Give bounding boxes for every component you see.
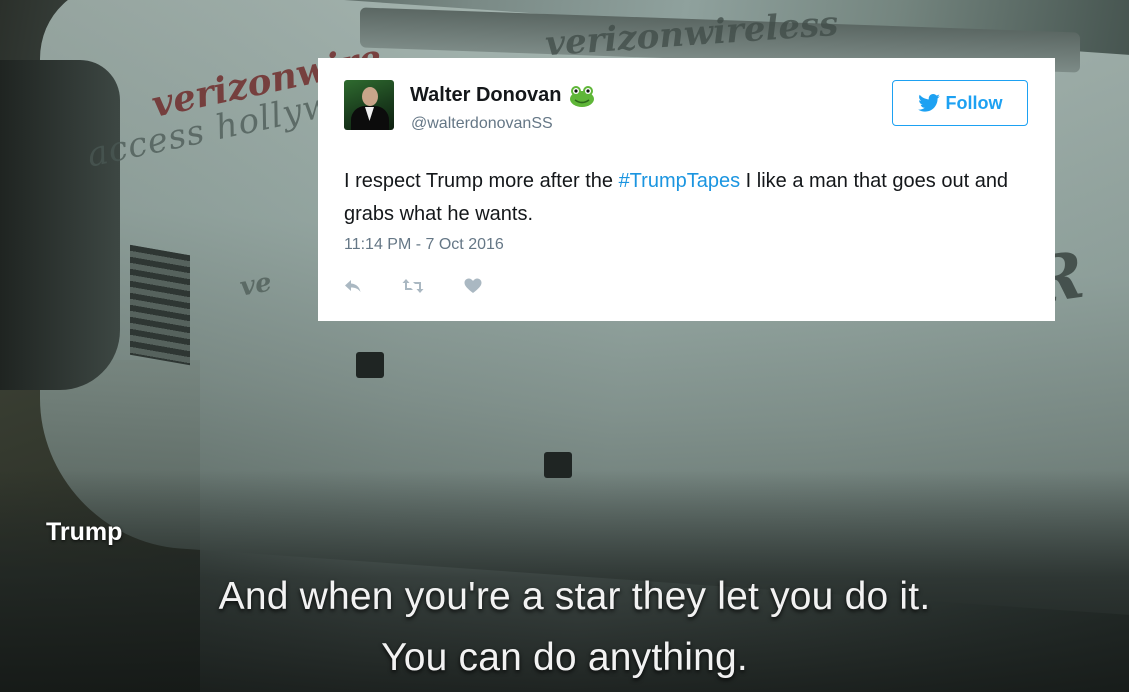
tweet-timestamp[interactable]: 11:14 PM - 7 Oct 2016: [344, 236, 504, 254]
reply-icon[interactable]: [344, 278, 362, 294]
author-handle[interactable]: @walterdonovanSS: [411, 115, 553, 133]
bus-grille: [130, 244, 190, 366]
twitter-bird-icon: [917, 94, 940, 112]
follow-label: Follow: [945, 92, 1003, 113]
author-name[interactable]: Walter Donovan: [410, 84, 562, 107]
bus-panel-latch: [356, 352, 384, 378]
caption-line-2: You can do anything.: [381, 636, 748, 679]
bus-front: [0, 60, 120, 390]
tweet-text: I respect Trump more after the #TrumpTap…: [344, 165, 1014, 231]
avatar[interactable]: [344, 80, 394, 130]
retweet-icon[interactable]: [402, 278, 424, 294]
speaker-label: Trump: [46, 518, 123, 546]
bus-lettering-small: ve: [237, 267, 275, 303]
like-heart-icon[interactable]: [464, 278, 482, 294]
tweet-text-before: I respect Trump more after the: [344, 170, 619, 192]
embedded-tweet-card: Walter Donovan @walterdonovanSS Follow I…: [318, 58, 1055, 321]
frog-emoji-icon: [569, 85, 595, 107]
tweet-actions: [344, 278, 522, 294]
author-row: Walter Donovan: [410, 84, 595, 107]
hashtag-link[interactable]: #TrumpTapes: [619, 170, 741, 192]
caption-line-1: And when you're a star they let you do i…: [218, 575, 931, 618]
follow-button[interactable]: Follow: [892, 80, 1028, 126]
